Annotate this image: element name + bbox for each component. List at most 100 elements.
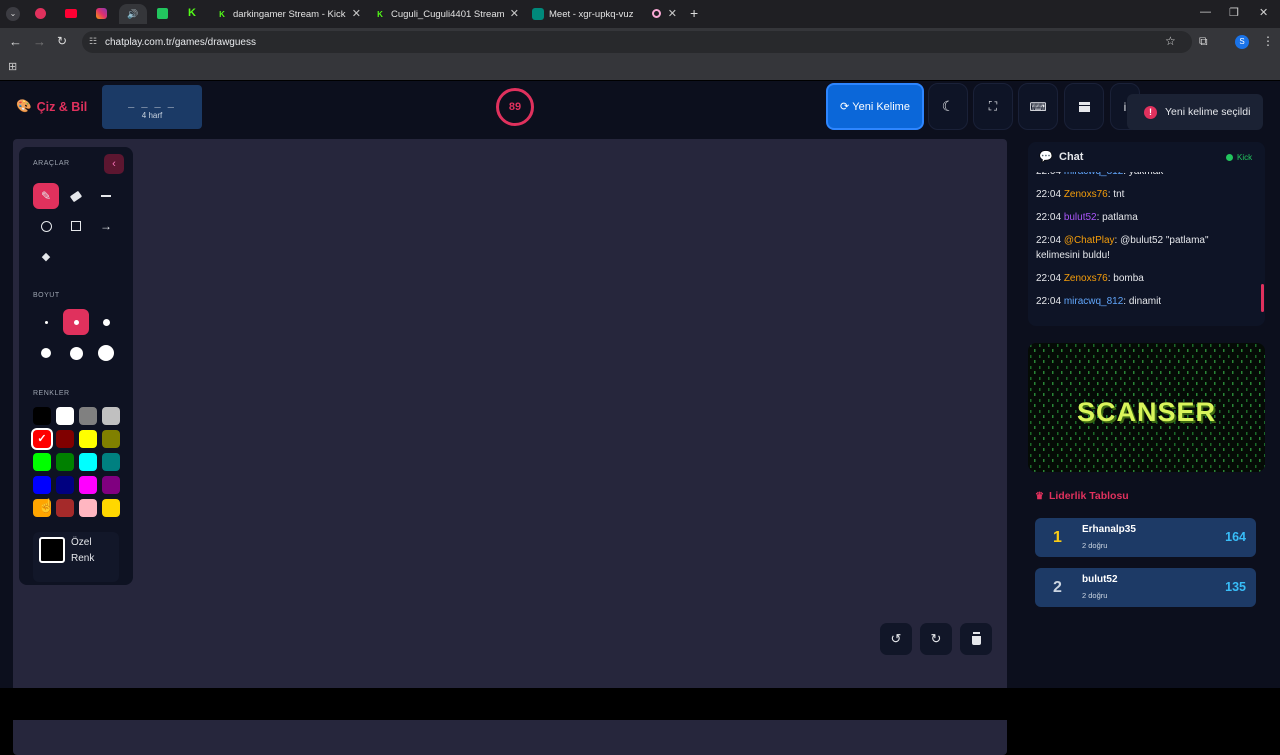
leaderboard-title: ♛ Liderlik Tablosu xyxy=(1035,490,1129,502)
close-window-icon[interactable]: ✕ xyxy=(1259,6,1268,19)
chatplay-icon[interactable] xyxy=(157,8,168,19)
message-user[interactable]: bulut52 xyxy=(1064,212,1097,223)
browser-toolbar: ← → ↻ ☷ chatplay.com.tr/games/drawguess … xyxy=(0,28,1280,56)
logo-text: Çiz & Bil xyxy=(36,99,88,114)
eraser-tool[interactable] xyxy=(63,183,89,209)
message-user[interactable]: Zenoxs76 xyxy=(1064,189,1108,200)
message-time: 22:04 xyxy=(1036,273,1062,284)
refresh-icon: ⟳ xyxy=(840,101,850,113)
redo-button[interactable]: ↻ xyxy=(920,623,952,655)
close-icon[interactable]: ✕ xyxy=(505,7,519,20)
chat-header: 💬 Chat Kick xyxy=(1028,142,1265,172)
youtube-icon[interactable] xyxy=(65,9,77,18)
instagram-icon[interactable] xyxy=(96,8,107,19)
trash-icon xyxy=(971,633,981,645)
message-user[interactable]: miracwq_812 xyxy=(1064,296,1123,307)
color-swatch[interactable] xyxy=(102,453,120,471)
logo[interactable]: 🎨 Çiz & Bil xyxy=(16,99,87,114)
size-5[interactable] xyxy=(63,340,89,366)
color-swatch[interactable] xyxy=(79,407,97,425)
size-dot xyxy=(41,348,51,358)
color-swatch[interactable] xyxy=(102,407,120,425)
tab-search-button[interactable]: ⌄ xyxy=(6,7,20,21)
sponsor-banner[interactable]: SCANSER xyxy=(1028,343,1265,472)
tab-2[interactable]: K Cuguli_Cuguli4401 Stream - Wa ✕ xyxy=(374,4,519,24)
reload-icon[interactable]: ↻ xyxy=(57,34,67,48)
color-swatch[interactable] xyxy=(56,407,74,425)
bottom-bar xyxy=(0,688,1280,720)
color-swatch[interactable] xyxy=(79,476,97,494)
brush-tool[interactable]: ✎ xyxy=(33,183,59,209)
color-swatch[interactable] xyxy=(33,476,51,494)
new-tab-button[interactable]: + xyxy=(690,5,698,21)
forward-icon[interactable]: → xyxy=(33,34,46,49)
tab-title: Meet - xgr-upkq-vuz xyxy=(549,8,634,20)
close-icon[interactable]: ✕ xyxy=(668,7,677,20)
color-swatch[interactable] xyxy=(102,499,120,517)
color-swatch[interactable] xyxy=(79,453,97,471)
fill-tool[interactable]: ◆ xyxy=(33,243,59,269)
color-swatch[interactable] xyxy=(56,430,74,448)
color-swatch[interactable] xyxy=(56,453,74,471)
size-4[interactable] xyxy=(33,340,59,366)
player-name: bulut52 xyxy=(1082,574,1118,585)
circle-tool[interactable] xyxy=(33,213,59,239)
message-user[interactable]: @ChatPlay xyxy=(1064,235,1115,246)
color-swatch[interactable]: ✓ xyxy=(33,430,51,448)
size-3[interactable] xyxy=(93,309,119,335)
restore-icon[interactable]: ❐ xyxy=(1229,6,1239,19)
timer: 89 xyxy=(496,88,534,126)
kick-icon[interactable]: K xyxy=(188,8,198,19)
message-user[interactable]: miracwq_812 xyxy=(1064,172,1123,177)
apps-grid-icon[interactable]: ⊞ xyxy=(8,60,17,73)
keyboard-button[interactable]: ⌨ xyxy=(1018,83,1058,130)
color-swatch[interactable] xyxy=(56,499,74,517)
site-info-icon[interactable]: ☷ xyxy=(89,36,97,47)
color-swatch[interactable] xyxy=(56,476,74,494)
dark-mode-button[interactable]: ☾ xyxy=(928,83,968,130)
address-bar[interactable]: ☷ chatplay.com.tr/games/drawguess xyxy=(82,31,1192,53)
color-swatch[interactable] xyxy=(79,430,97,448)
new-word-button[interactable]: ⟳ Yeni Kelime xyxy=(826,83,924,130)
arrow-tool[interactable]: → xyxy=(93,213,119,239)
profile-avatar[interactable]: S xyxy=(1235,35,1249,49)
drawing-canvas[interactable] xyxy=(13,139,1007,755)
message-text: : patlama xyxy=(1096,212,1138,223)
keyboard-icon: ⌨ xyxy=(1029,99,1047,114)
color-swatch[interactable] xyxy=(102,430,120,448)
size-1[interactable] xyxy=(33,309,59,335)
extensions-icon[interactable]: ⧉ xyxy=(1199,34,1208,49)
back-icon[interactable]: ← xyxy=(9,34,22,49)
undo-button[interactable]: ↺ xyxy=(880,623,912,655)
tool-panel: ARAÇLAR ‹ ✎ → ◆ BOYUT RENKLER ✓ ☝ Özel R… xyxy=(19,147,133,585)
custom-color-button[interactable]: Özel Renk xyxy=(33,532,119,582)
tab-1[interactable]: K darkingamer Stream - Kick Dash ✕ xyxy=(216,4,361,24)
size-6[interactable] xyxy=(93,340,119,366)
tab-3[interactable]: Meet - xgr-upkq-vuz ✕ xyxy=(532,4,677,24)
size-2[interactable] xyxy=(63,309,89,335)
menu-icon[interactable]: ⋮ xyxy=(1262,34,1274,48)
archive-button[interactable] xyxy=(1064,83,1104,130)
tools-heading: ARAÇLAR xyxy=(33,160,70,167)
bookmarks-bar: ⊞ xyxy=(0,56,1280,80)
minimize-icon[interactable]: — xyxy=(1200,6,1211,18)
bookmark-star-icon[interactable]: ☆ xyxy=(1165,34,1176,48)
audio-tab[interactable]: 🔊 xyxy=(119,4,147,24)
color-swatch[interactable] xyxy=(102,476,120,494)
close-icon[interactable]: ✕ xyxy=(347,7,361,20)
color-swatch[interactable] xyxy=(79,499,97,517)
fullscreen-button[interactable]: ⛶ xyxy=(973,83,1013,130)
collapse-panel-button[interactable]: ‹ xyxy=(104,154,124,174)
color-swatch[interactable] xyxy=(33,407,51,425)
message-user[interactable]: Zenoxs76 xyxy=(1064,273,1108,284)
rectangle-tool[interactable] xyxy=(63,213,89,239)
undo-icon: ↺ xyxy=(890,631,902,646)
player-name: Erhanalp35 xyxy=(1082,524,1136,535)
pinned-tab-icon[interactable] xyxy=(35,8,46,19)
clear-button[interactable] xyxy=(960,623,992,655)
palette-icon: 🎨 xyxy=(16,99,32,113)
color-swatch[interactable] xyxy=(33,453,51,471)
chat-scrollbar[interactable] xyxy=(1261,284,1264,312)
line-tool[interactable] xyxy=(93,183,119,209)
message-text: : bomba xyxy=(1107,273,1144,284)
